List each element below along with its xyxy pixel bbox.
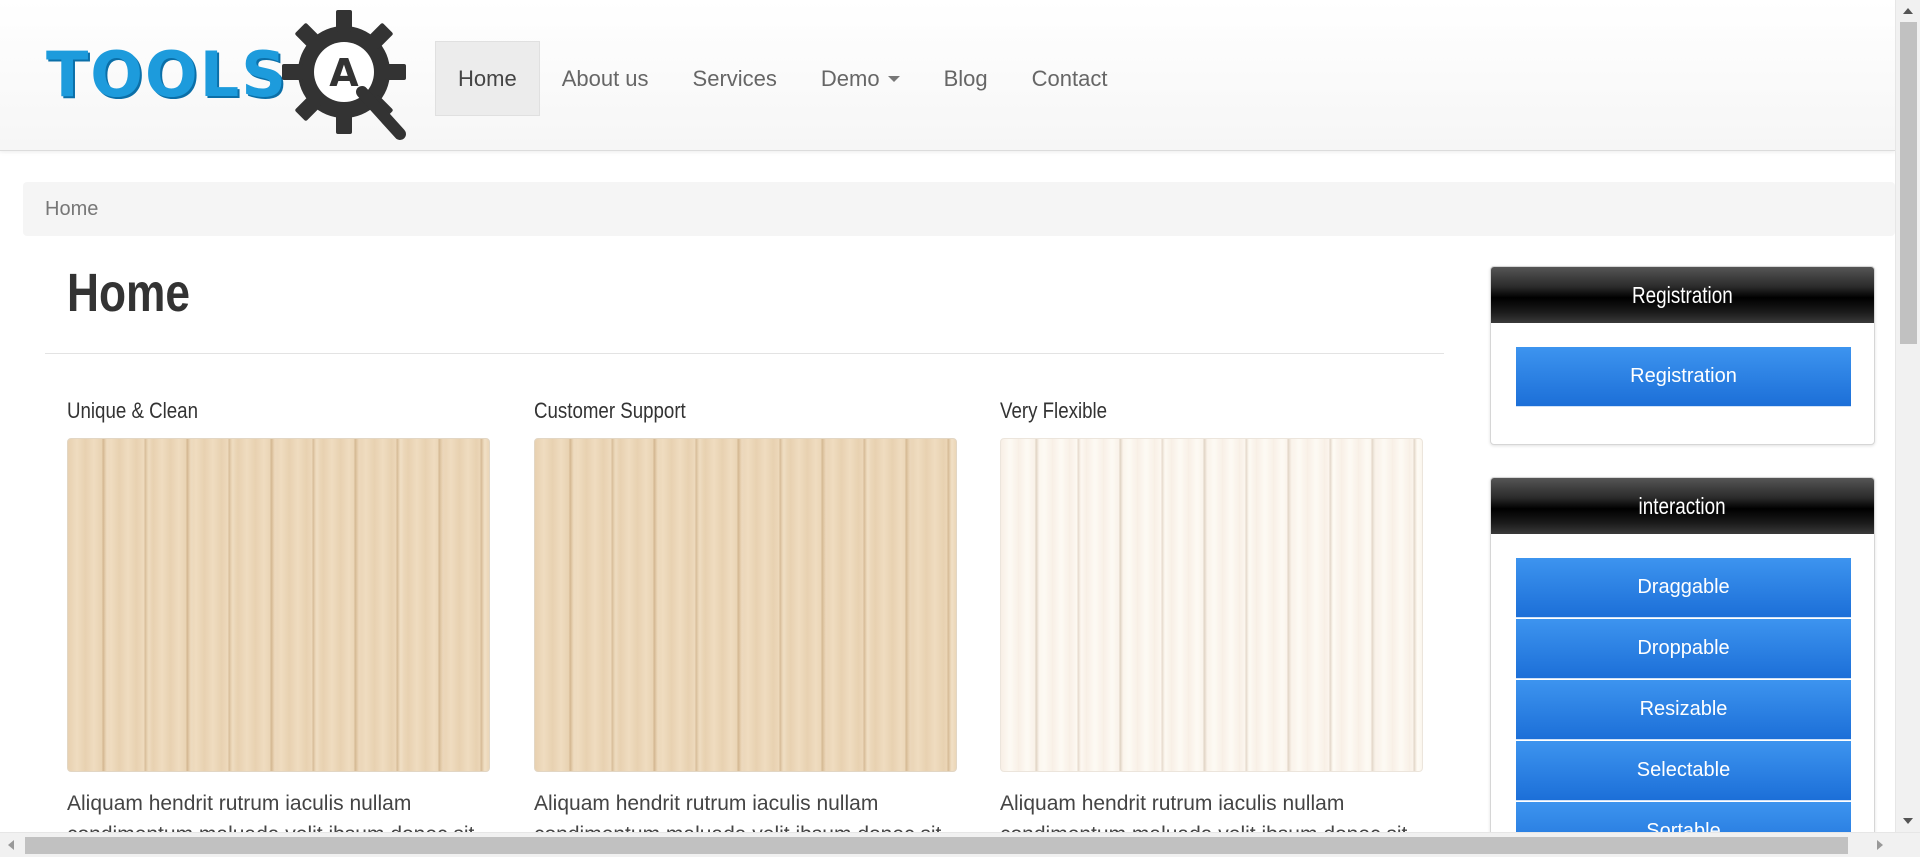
widget-header: Registration — [1491, 267, 1874, 323]
breadcrumb-current: Home — [45, 197, 99, 220]
scroll-down-arrow-icon[interactable] — [1903, 818, 1913, 824]
draggable-button[interactable]: Draggable — [1516, 558, 1851, 618]
site-logo[interactable]: TOOLS A — [46, 10, 416, 142]
gear-icon: A — [282, 10, 406, 140]
logo-badge: A — [329, 51, 359, 95]
wood-texture-image — [1000, 438, 1423, 772]
nav-home[interactable]: Home — [435, 41, 540, 116]
droppable-button[interactable]: Droppable — [1516, 619, 1851, 679]
registration-button[interactable]: Registration — [1516, 347, 1851, 407]
registration-widget: Registration Registration — [1490, 266, 1875, 445]
horizontal-scrollbar[interactable] — [0, 832, 1920, 857]
page-title: Home — [67, 263, 191, 323]
feature-heading: Customer Support — [534, 398, 686, 423]
wood-texture-image — [67, 438, 490, 772]
widget-header: interaction — [1491, 478, 1874, 534]
interaction-widget: interaction Draggable Droppable Resizabl… — [1490, 477, 1875, 857]
horizontal-scroll-thumb[interactable] — [25, 837, 1848, 854]
breadcrumb: Home — [23, 182, 1895, 236]
vertical-scroll-thumb[interactable] — [1900, 22, 1917, 344]
scroll-right-arrow-icon[interactable] — [1877, 840, 1883, 850]
nav-demo[interactable]: Demo — [799, 41, 922, 116]
site-header: TOOLS A Home About us Services Demo Blog… — [0, 0, 1895, 151]
scroll-up-arrow-icon[interactable] — [1903, 8, 1913, 14]
nav-contact[interactable]: Contact — [1010, 41, 1130, 116]
nav-services[interactable]: Services — [671, 41, 799, 116]
caret-down-icon — [887, 75, 900, 82]
feature-very-flexible: Very Flexible Aliquam hendrit rutrum iac… — [1000, 398, 1423, 850]
nav-blog[interactable]: Blog — [922, 41, 1010, 116]
selectable-button[interactable]: Selectable — [1516, 741, 1851, 801]
feature-customer-support: Customer Support Aliquam hendrit rutrum … — [534, 398, 957, 850]
title-divider — [45, 353, 1444, 354]
wood-texture-image — [534, 438, 957, 772]
logo-text: TOOLS — [46, 38, 288, 111]
scroll-left-arrow-icon[interactable] — [8, 840, 14, 850]
feature-heading: Unique & Clean — [67, 398, 198, 423]
resizable-button[interactable]: Resizable — [1516, 680, 1851, 740]
feature-unique-clean: Unique & Clean Aliquam hendrit rutrum ia… — [67, 398, 490, 850]
nav-about-us[interactable]: About us — [540, 41, 671, 116]
vertical-scrollbar[interactable] — [1895, 0, 1920, 832]
main-nav: Home About us Services Demo Blog Contact — [435, 41, 1129, 116]
feature-heading: Very Flexible — [1000, 398, 1108, 423]
